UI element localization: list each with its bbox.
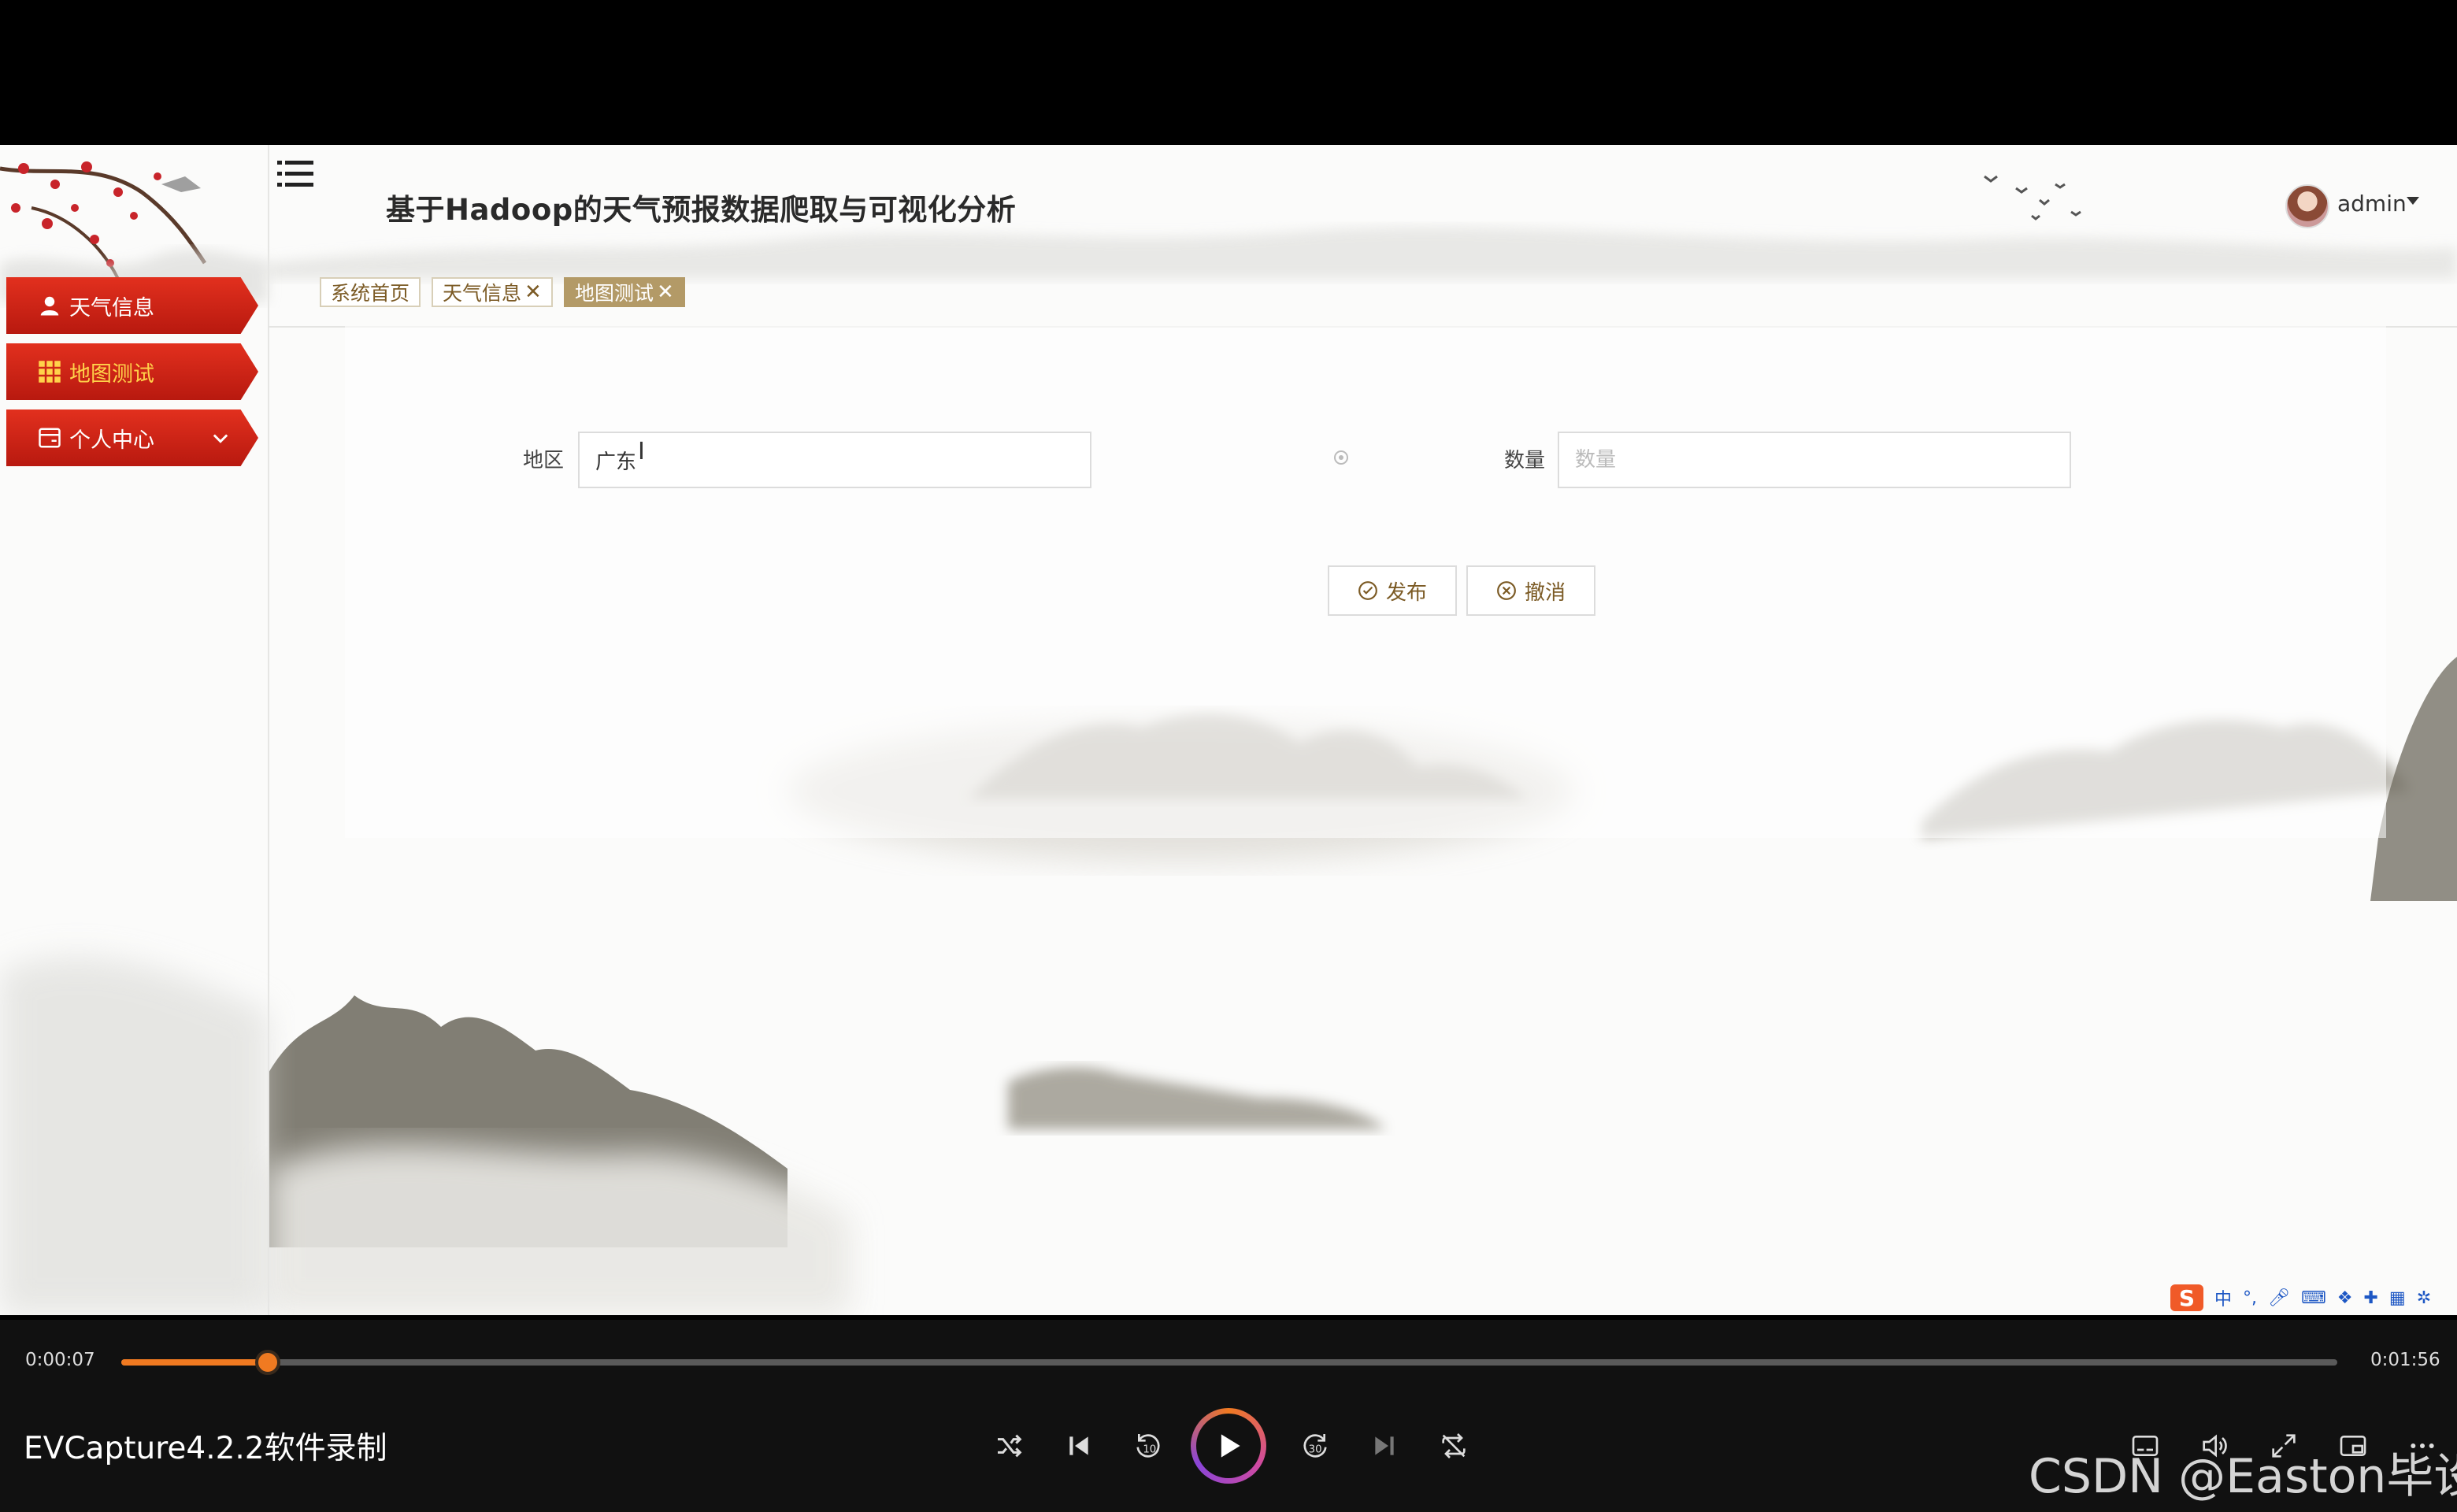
submit-label: 发布 — [1385, 580, 1427, 605]
text-cursor-icon: I — [638, 438, 645, 465]
forward-seconds: 30 — [1309, 1443, 1322, 1455]
microphone-icon[interactable]: 🎤︎ — [2268, 1288, 2290, 1308]
gamepad-icon[interactable]: ✚ — [2363, 1288, 2377, 1308]
total-time: 0:01:56 — [2370, 1350, 2440, 1370]
avatar[interactable] — [2285, 184, 2329, 228]
tab-weather-info[interactable]: 天气信息 ✕ — [432, 277, 553, 307]
play-icon — [1196, 1414, 1261, 1478]
punctuation-icon[interactable]: °, — [2243, 1288, 2257, 1308]
sogou-logo-icon[interactable]: S — [2170, 1284, 2203, 1311]
chevron-down-icon[interactable] — [209, 427, 232, 449]
settings-icon[interactable]: ✲ — [2417, 1288, 2431, 1308]
play-button[interactable] — [1191, 1408, 1266, 1484]
skin-icon[interactable]: ❖ — [2337, 1288, 2353, 1308]
sidebar-item-label: 地图测试 — [69, 361, 154, 387]
ime-mode[interactable]: 中 — [2214, 1285, 2232, 1310]
sidebar-item-label: 天气信息 — [69, 295, 154, 321]
sidebar-item-personal-center[interactable]: 个人中心 — [6, 410, 258, 466]
card-icon — [36, 424, 63, 451]
shuffle-icon[interactable] — [991, 1427, 1028, 1465]
menu-toggle-icon[interactable] — [277, 159, 313, 189]
next-icon[interactable] — [1366, 1427, 1403, 1465]
radio-dot-icon — [1334, 450, 1348, 465]
seek-bar[interactable] — [121, 1350, 2337, 1375]
rewind-seconds: 10 — [1143, 1443, 1156, 1455]
tab-label: 地图测试 — [575, 282, 654, 305]
seek-progress — [121, 1359, 268, 1366]
rewind-10-icon[interactable]: 10 — [1129, 1427, 1167, 1465]
region-label: 地区 — [523, 449, 565, 472]
tab-home[interactable]: 系统首页 — [320, 277, 421, 307]
sidebar-item-map-test[interactable]: 地图测试 — [6, 343, 258, 400]
sidebar-item-label: 个人中心 — [69, 428, 154, 453]
video-player-bar: 0:00:07 0:01:56 EVCapture4.2.2软件录制 10 30 — [0, 1320, 2457, 1512]
current-time: 0:00:07 — [25, 1350, 95, 1370]
user-icon — [36, 292, 63, 319]
toolbox-icon[interactable]: ▦ — [2389, 1288, 2406, 1308]
check-circle-icon — [1358, 581, 1377, 600]
quantity-label: 数量 — [1504, 449, 1546, 472]
tab-map-test[interactable]: 地图测试 ✕ — [564, 277, 685, 307]
sidebar: 天气信息 地图测试 个人中心 — [0, 145, 269, 1315]
cancel-button[interactable]: 撤消 — [1466, 565, 1595, 616]
keyboard-icon[interactable]: ⌨︎ — [2301, 1288, 2326, 1308]
user-name[interactable]: admin — [2337, 191, 2407, 217]
tab-label: 系统首页 — [331, 282, 410, 305]
page-title: 基于Hadoop的天气预报数据爬取与可视化分析 — [386, 193, 1017, 227]
repeat-off-icon[interactable] — [1435, 1427, 1473, 1465]
submit-button[interactable]: 发布 — [1328, 565, 1457, 616]
ime-toolbar: S 中 °, 🎤︎ ⌨︎ ❖ ✚ ▦ ✲ — [2170, 1284, 2431, 1312]
close-icon[interactable]: ✕ — [657, 280, 674, 304]
cancel-label: 撤消 — [1524, 580, 1566, 605]
watermark: CSDN @Easton毕设 — [2029, 1449, 2457, 1504]
tab-label: 天气信息 — [443, 282, 522, 305]
recording-title: EVCapture4.2.2软件录制 — [24, 1431, 387, 1466]
previous-icon[interactable] — [1060, 1427, 1098, 1465]
seek-thumb[interactable] — [254, 1350, 280, 1375]
close-circle-icon — [1497, 581, 1516, 600]
caret-down-icon[interactable] — [2407, 197, 2419, 205]
close-icon[interactable]: ✕ — [524, 280, 542, 304]
grid-icon — [36, 358, 63, 385]
forward-30-icon[interactable]: 30 — [1296, 1427, 1334, 1465]
region-input[interactable] — [578, 432, 1091, 488]
sidebar-item-weather-info[interactable]: 天气信息 — [6, 277, 258, 334]
quantity-input[interactable] — [1558, 432, 2071, 488]
app-window: 天气信息 地图测试 个人中心 基于Hadoop的天气预报数据爬取与可视化分析 a… — [0, 145, 2457, 1315]
